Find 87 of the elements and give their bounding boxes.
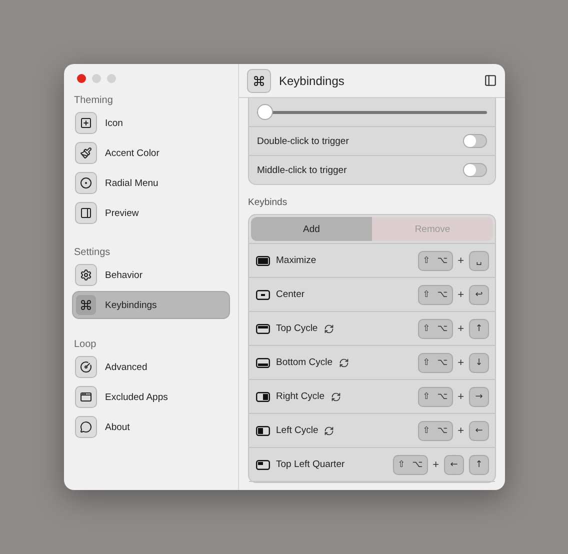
window-layout-icon [256, 392, 270, 402]
modifier-keys[interactable]: ⇧ ⌥ [392, 454, 428, 474]
slider-thumb[interactable] [257, 104, 273, 120]
plus-sign: + [458, 322, 464, 334]
sidebar-item-label: Icon [105, 118, 123, 128]
sidebar-item[interactable]: Excluded Apps [72, 383, 230, 411]
keybind-row[interactable]: Center ⇧ ⌥ + ↩ [249, 278, 495, 312]
zoom-window-button[interactable] [107, 74, 116, 83]
plus-sign: + [458, 254, 464, 266]
sidebar-item-label: About [105, 422, 130, 432]
keybind-label: Top Cycle [276, 323, 318, 334]
window-layout-icon [256, 426, 270, 436]
toggle-label: Middle-click to trigger [257, 164, 347, 176]
app-window-icon [75, 386, 97, 408]
sidebar-item-label: Behavior [105, 270, 142, 280]
keybind-row[interactable]: Top Cycle ⇧ ⌥ + ↑ [249, 312, 495, 346]
sidebar-section-title: Theming [73, 95, 114, 106]
modifier-keys[interactable]: ⇧ ⌥ [418, 420, 453, 440]
sidebar-item-label: Radial Menu [105, 178, 158, 188]
window-layout-icon [256, 460, 270, 470]
plus-sign: + [458, 288, 464, 300]
sidebar-item-label: Advanced [105, 362, 148, 372]
minimize-window-button[interactable] [92, 74, 101, 83]
sidebar-item[interactable]: Icon [72, 109, 230, 137]
keybind-row[interactable]: Bottom Cycle ⇧ ⌥ + ↓ [249, 346, 495, 380]
toggle-switch[interactable] [463, 163, 487, 177]
sidebar-toggle-icon[interactable] [484, 74, 497, 87]
keybind-row[interactable]: Right Cycle ⇧ ⌥ + → [249, 380, 495, 414]
settings-icon [75, 264, 97, 286]
keybind-label: Left Cycle [276, 425, 318, 436]
key-cap[interactable]: ← [469, 420, 489, 440]
keybind-row[interactable]: Left Cycle ⇧ ⌥ + ← [249, 414, 495, 448]
sidebar-section-title: Settings [73, 247, 112, 258]
key-cap[interactable]: ↑ [469, 318, 489, 338]
keybind-label: Center [276, 289, 305, 300]
key-cap[interactable]: → [469, 386, 489, 406]
keybind-row[interactable]: Maximize ⇧ ⌥ + ␣ [249, 244, 495, 278]
slider[interactable] [257, 104, 487, 120]
sidebar-item[interactable]: Preview [72, 199, 230, 227]
ring-icon [75, 172, 97, 194]
sidebar-item-label: Preview [105, 208, 139, 218]
window-layout-icon [256, 256, 270, 266]
keybind-label: Top Left Quarter [276, 459, 345, 470]
modifier-keys[interactable]: ⇧ ⌥ [418, 284, 453, 304]
modifier-keys[interactable]: ⇧ ⌥ [418, 352, 453, 372]
brush-icon [75, 142, 97, 164]
sidebar-item[interactable]: Radial Menu [72, 169, 230, 197]
command-icon [75, 294, 97, 316]
sidebar-item[interactable]: Keybindings [72, 291, 230, 319]
key-cap[interactable]: ← [444, 454, 464, 474]
command-icon [247, 68, 271, 92]
toggle-switch[interactable] [463, 134, 487, 148]
section-title: Keybinds [248, 197, 288, 208]
plus-sign: + [458, 424, 464, 436]
key-cap[interactable]: ␣ [469, 250, 489, 270]
page-title: Keybindings [279, 74, 346, 88]
keybind-row[interactable]: Top Left Quarter ⇧ ⌥ + ← ↑ [249, 448, 495, 482]
modifier-keys[interactable]: ⇧ ⌥ [418, 250, 453, 270]
close-window-button[interactable] [77, 74, 86, 83]
panel-icon [75, 202, 97, 224]
sidebar-section-title: Loop [73, 339, 98, 350]
modifier-keys[interactable]: ⇧ ⌥ [418, 318, 453, 338]
key-cap[interactable]: ↓ [469, 352, 489, 372]
sidebar-item[interactable]: Advanced [72, 353, 230, 381]
sidebar-item-label: Keybindings [105, 300, 157, 310]
toggle-label: Double-click to trigger [257, 136, 349, 146]
modifier-keys[interactable]: ⇧ ⌥ [418, 386, 453, 406]
keybind-label: Bottom Cycle [276, 357, 332, 368]
key-cap[interactable]: ↑ [469, 454, 489, 474]
sidebar-item-label: Accent Color [105, 148, 160, 158]
sidebar-item-label: Excluded Apps [105, 392, 168, 402]
add-button[interactable]: Add [251, 217, 372, 241]
plus-sign: + [458, 390, 464, 402]
window-layout-icon [256, 290, 270, 300]
sidebar-item[interactable]: Behavior [72, 261, 230, 289]
chat-bubble-icon [75, 416, 97, 438]
gauge-icon [75, 356, 97, 378]
sidebar-item[interactable]: About [72, 413, 230, 441]
window-layout-icon [256, 358, 270, 368]
keybind-label: Maximize [276, 255, 316, 266]
plus-square-icon [75, 112, 97, 134]
keybind-label: Right Cycle [276, 391, 325, 402]
sidebar-item[interactable]: Accent Color [72, 139, 230, 167]
plus-sign: + [432, 458, 439, 470]
window-layout-icon [256, 324, 270, 334]
key-cap[interactable]: ↩ [469, 284, 489, 304]
plus-sign: + [458, 356, 464, 368]
